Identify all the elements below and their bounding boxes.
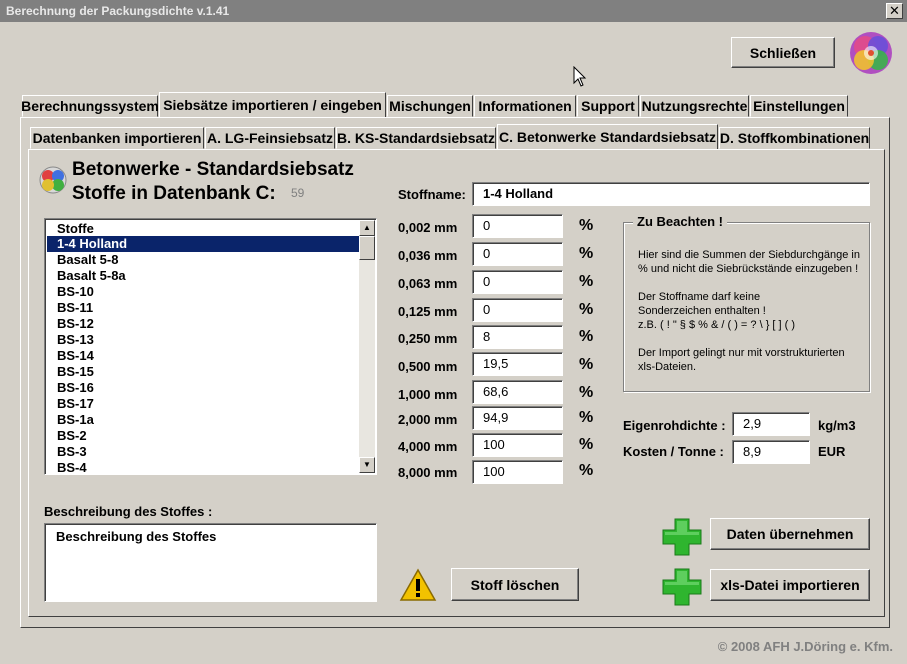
percent-unit: % [579,245,594,262]
tab-nutzungsrechte[interactable]: Nutzungsrechte [640,95,749,117]
delete-stoff-button[interactable]: Stoff löschen [451,568,579,601]
percent-unit: % [579,384,594,401]
sieve-size-label: 4,000 mm [398,439,458,454]
plus-icon [661,567,703,607]
list-item[interactable]: BS-2 [47,428,361,444]
list-item[interactable]: BS-10 [47,284,361,300]
cost-input[interactable]: 8,9 [732,440,810,464]
plus-icon [661,517,703,557]
main-tab-bar: Berechnungssystem Siebsätze importieren … [0,92,907,117]
cost-unit: EUR [818,444,846,459]
notice-text: Hier sind die Summen der Siebdurchgänge … [638,249,860,373]
sieve-value-input[interactable]: 0 [472,242,563,266]
list-item[interactable]: Basalt 5-8a [47,268,361,284]
sieve-size-label: 2,000 mm [398,412,458,427]
list-item[interactable]: BS-4 [47,460,361,474]
sieve-value-input[interactable]: 100 [472,433,563,457]
list-item[interactable]: BS-13 [47,332,361,348]
copyright-text: © 2008 AFH J.Döring e. Kfm. [717,639,893,654]
sieve-value-input[interactable]: 68,6 [472,380,563,404]
list-item[interactable]: BS-16 [47,380,361,396]
list-item[interactable]: BS-3 [47,444,361,460]
title-bar: Berechnung der Packungsdichte v.1.41 [0,0,907,22]
description-label: Beschreibung des Stoffes : [44,504,213,519]
sieve-size-label: 0,125 mm [398,304,458,319]
percent-unit: % [579,356,594,373]
close-app-button[interactable]: Schließen [731,37,835,68]
description-textarea[interactable]: Beschreibung des Stoffes [44,523,377,602]
list-scrollbar[interactable]: ▲ ▼ [359,220,375,473]
sieve-value-input[interactable]: 8 [472,325,563,349]
tab-stoffkombinationen[interactable]: D. Stoffkombinationen [719,127,870,149]
stoffname-input[interactable]: 1-4 Holland [472,182,870,206]
warning-icon [399,568,437,602]
app-logo-icon [848,30,894,76]
import-xls-button[interactable]: xls-Datei importieren [710,569,870,601]
cost-label: Kosten / Tonne : [623,444,724,459]
sieve-value-input[interactable]: 0 [472,214,563,238]
sieve-size-label: 0,002 mm [398,220,458,235]
percent-unit: % [579,301,594,318]
notice-title: Zu Beachten ! [633,214,727,229]
sieve-value-input[interactable]: 94,9 [472,406,563,430]
panel-heading: Betonwerke - Standardsiebsatz [72,159,354,180]
percent-unit: % [579,436,594,453]
scroll-thumb[interactable] [359,236,375,260]
list-item[interactable]: BS-12 [47,316,361,332]
sieve-size-label: 1,000 mm [398,387,458,402]
stoffname-label: Stoffname: [398,187,466,202]
scroll-up-icon[interactable]: ▲ [359,220,375,236]
apply-data-button[interactable]: Daten übernehmen [710,518,870,550]
percent-unit: % [579,217,594,234]
tab-betonwerke-standardsiebsatz[interactable]: C. Betonwerke Standardsiebsatz [497,124,718,149]
sieve-value-input[interactable]: 100 [472,460,563,484]
database-icon [38,165,68,195]
sieve-value-input[interactable]: 19,5 [472,352,563,376]
sieve-size-label: 8,000 mm [398,465,458,480]
percent-unit: % [579,328,594,345]
list-item[interactable]: Basalt 5-8 [47,252,361,268]
list-item[interactable]: 1-4 Holland [47,236,361,252]
sieve-size-label: 0,500 mm [398,359,458,374]
tab-informationen[interactable]: Informationen [474,95,576,117]
list-header: Stoffe [57,221,94,236]
sieve-size-label: 0,250 mm [398,331,458,346]
tab-siebsaetze[interactable]: Siebsätze importieren / eingeben [159,92,386,117]
tab-datenbanken-importieren[interactable]: Datenbanken importieren [30,127,204,149]
window-title: Berechnung der Packungsdichte v.1.41 [6,4,230,18]
panel-subheading: Stoffe in Datenbank C: [72,183,276,204]
tab-berechnungssystem[interactable]: Berechnungssystem [21,95,159,117]
scroll-down-icon[interactable]: ▼ [359,457,375,473]
tab-support[interactable]: Support [577,95,639,117]
density-unit: kg/m3 [818,418,856,433]
window-close-button[interactable]: ✕ [886,3,903,19]
sub-tab-bar: Datenbanken importieren A. LG-Feinsiebsa… [0,124,907,149]
list-item[interactable]: BS-14 [47,348,361,364]
tab-ks-standardsiebsatz[interactable]: B. KS-Standardsiebsatz [336,127,496,149]
sieve-size-label: 0,063 mm [398,276,458,291]
density-label: Eigenrohdichte : [623,418,726,433]
list-item[interactable]: BS-1a [47,412,361,428]
sieve-value-input[interactable]: 0 [472,298,563,322]
mouse-cursor-icon [573,65,587,91]
list-item[interactable]: BS-11 [47,300,361,316]
tab-lg-feinsiebsatz[interactable]: A. LG-Feinsiebsatz [205,127,335,149]
sieve-size-label: 0,036 mm [398,248,458,263]
percent-unit: % [579,462,594,479]
stoffe-listbox[interactable]: Stoffe 1-4 Holland Basalt 5-8 Basalt 5-8… [44,218,377,475]
sieve-value-input[interactable]: 0 [472,270,563,294]
tab-einstellungen[interactable]: Einstellungen [750,95,848,117]
tab-mischungen[interactable]: Mischungen [387,95,473,117]
list-item[interactable]: BS-15 [47,364,361,380]
stoffe-count: 59 [291,186,305,200]
density-input[interactable]: 2,9 [732,412,810,436]
percent-unit: % [579,273,594,290]
percent-unit: % [579,409,594,426]
list-item[interactable]: BS-17 [47,396,361,412]
